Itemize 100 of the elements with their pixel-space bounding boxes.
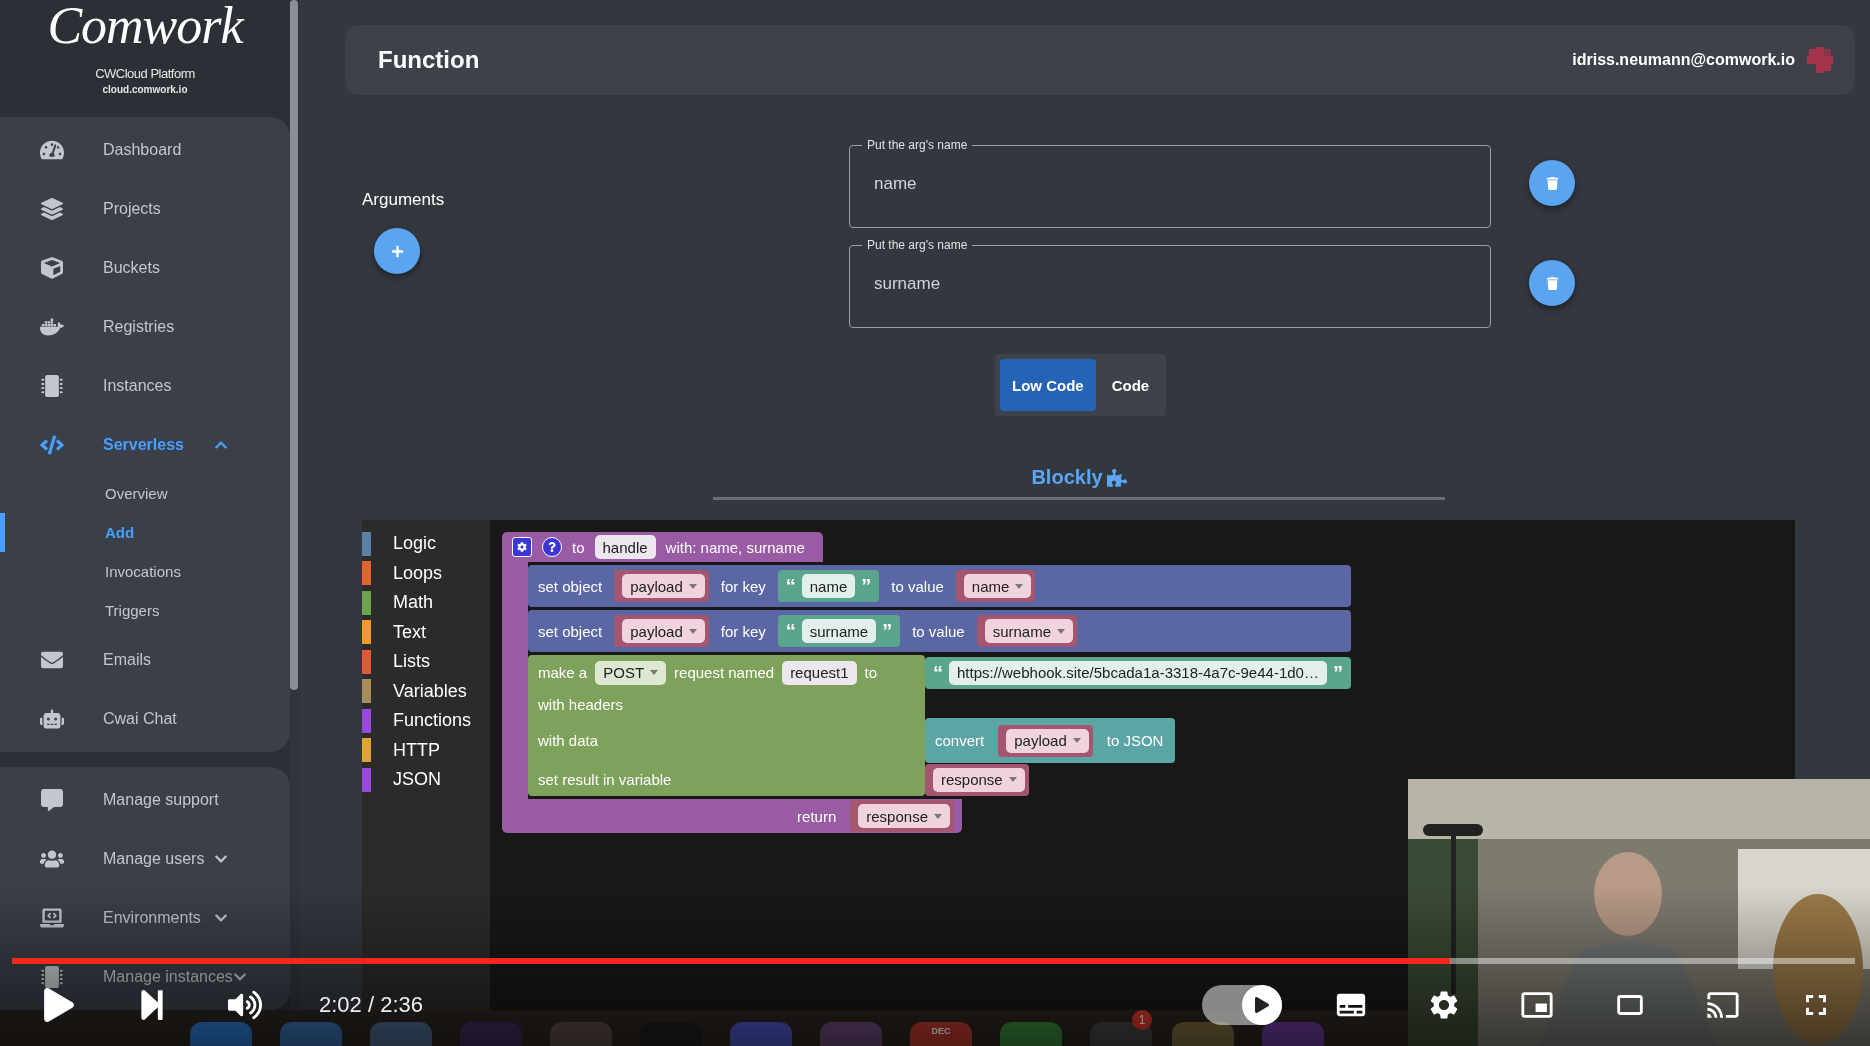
block-field[interactable]: request1 <box>782 660 857 685</box>
caret-icon <box>688 628 697 634</box>
quote-mark: “ <box>785 621 796 641</box>
set-object-block[interactable]: set object payload for key “ name ” to value name <box>528 565 1351 607</box>
caret-icon <box>1057 628 1066 634</box>
block-label: request named <box>674 664 775 681</box>
quote-mark: “ <box>933 662 943 683</box>
toolbox-category[interactable]: Functions <box>393 710 472 732</box>
input-field[interactable]: surname <box>872 272 1468 295</box>
app-icon[interactable] <box>1172 1022 1234 1046</box>
toolbox-category[interactable]: HTTP <box>393 739 440 761</box>
text-block[interactable]: “ https://webhook.site/5bcada1a-3318-4a7c-9e44-1d0… ” <box>925 656 1351 689</box>
variable-dropdown[interactable]: name <box>963 574 1032 598</box>
delete-button[interactable] <box>1529 260 1575 306</box>
block-label: to value <box>891 577 944 595</box>
text-block[interactable]: “ name ” <box>777 570 880 602</box>
block-label: with: name, surname <box>665 538 805 556</box>
sidebar-item[interactable]: Manage users <box>0 829 290 888</box>
quote-mark: ” <box>861 576 872 596</box>
caret-icon <box>1008 777 1017 782</box>
variable-block[interactable]: payload <box>614 570 709 602</box>
toolbox-category[interactable]: Loops <box>393 562 443 584</box>
layers-icon <box>40 197 64 220</box>
gear-icon[interactable] <box>512 537 532 557</box>
robot-icon <box>40 707 64 730</box>
platform-name: CWCloud Platform <box>95 66 195 81</box>
caret-icon <box>1015 583 1024 589</box>
caret-icon <box>650 670 659 675</box>
set-object-block[interactable]: set object payload for key “ surname ” to value surname <box>528 610 1351 652</box>
toolbox-category[interactable]: Lists <box>393 651 430 673</box>
block-label: set object <box>538 577 603 595</box>
time-display: 2:02 / 2:36 <box>319 992 423 1018</box>
toolbox-category[interactable]: Text <box>393 621 426 643</box>
variable-block[interactable]: payload <box>998 724 1093 757</box>
sidebar-item[interactable]: Instances <box>0 356 290 415</box>
variable-block[interactable]: name <box>955 570 1036 602</box>
field-label: Put the arg's name <box>866 238 969 252</box>
sidebar-item[interactable]: Registries <box>0 297 290 356</box>
logo-text: Comwork <box>47 0 243 56</box>
variable-block[interactable]: response <box>850 800 954 832</box>
delete-button[interactable] <box>1529 160 1575 206</box>
section-title: Blockly <box>1031 466 1103 489</box>
method-dropdown[interactable]: POST <box>595 660 667 685</box>
variable-dropdown[interactable]: response <box>858 804 950 828</box>
variable-dropdown[interactable]: response <box>933 767 1025 792</box>
variable-block[interactable]: payload <box>614 615 709 647</box>
caret-icon <box>1072 738 1081 743</box>
add-button[interactable] <box>374 228 420 274</box>
variable-block[interactable]: response <box>925 763 1029 796</box>
help-icon[interactable] <box>542 537 562 557</box>
block-field[interactable]: handle <box>594 535 656 559</box>
sidebar-subitem[interactable]: Triggers <box>0 591 290 630</box>
text-field[interactable]: name <box>801 574 856 598</box>
autoplay-toggle[interactable] <box>1202 985 1282 1025</box>
convert-block[interactable]: convert payload to JSON <box>925 718 1176 763</box>
scrollbar-thumb[interactable] <box>290 0 298 690</box>
sidebar-item[interactable]: Emails <box>0 630 290 689</box>
variable-block[interactable]: surname <box>976 615 1078 647</box>
section-label: Arguments <box>362 190 445 210</box>
sidebar-subitem[interactable]: Invocations <box>0 552 290 591</box>
quote-mark: ” <box>882 621 893 641</box>
text-block[interactable]: “ surname ” <box>777 615 901 647</box>
variable-dropdown[interactable]: payload <box>622 574 705 598</box>
toolbox-category[interactable]: Variables <box>393 680 467 702</box>
sidebar-subitem[interactable]: Overview <box>0 474 290 513</box>
cube-icon <box>40 256 64 279</box>
input-field[interactable]: name <box>872 172 1468 195</box>
sidebar-item[interactable]: Buckets <box>0 238 290 297</box>
caret-icon <box>688 583 697 589</box>
play-icon <box>42 988 76 1022</box>
toolbox-category[interactable]: Math <box>393 592 434 614</box>
mode-tab[interactable]: Code <box>1099 359 1162 411</box>
mode-tab[interactable]: Low Code <box>1000 359 1096 411</box>
toolbox-category[interactable]: JSON <box>393 769 441 791</box>
block-label: for key <box>720 622 766 640</box>
sidebar-item[interactable]: Projects <box>0 179 290 238</box>
domain-text: cloud.comwork.io <box>102 84 188 95</box>
field-label: Put the arg's name <box>866 138 969 152</box>
sidebar-item[interactable]: Cwai Chat <box>0 689 290 748</box>
block-label: return <box>797 807 837 825</box>
variable-dropdown[interactable]: payload <box>1006 728 1089 753</box>
code-icon <box>40 433 64 456</box>
sidebar-item[interactable]: Manage support <box>0 770 290 829</box>
variable-dropdown[interactable]: payload <box>622 619 705 643</box>
toolbox-category[interactable]: Logic <box>393 533 437 555</box>
gauge-icon <box>40 138 64 161</box>
variable-dropdown[interactable]: surname <box>984 619 1074 643</box>
play-icon <box>1254 997 1270 1013</box>
block-label: with headers <box>538 695 624 713</box>
logo-icon <box>1807 47 1833 73</box>
caret-icon <box>934 813 942 819</box>
block-label: convert <box>935 732 985 749</box>
sidebar-item[interactable]: Dashboard <box>0 120 290 179</box>
quote-mark: “ <box>785 576 796 596</box>
function-footer-block[interactable]: return response <box>502 799 962 833</box>
text-field[interactable]: surname <box>801 619 877 643</box>
puzzle-icon <box>1106 467 1127 488</box>
function-header-block[interactable]: to handle with: name, surname <box>502 532 823 562</box>
sidebar-item[interactable]: Serverless <box>0 415 290 474</box>
text-field[interactable]: https://webhook.site/5bcada1a-3318-4a7c-9e44-1d0… <box>949 660 1327 685</box>
